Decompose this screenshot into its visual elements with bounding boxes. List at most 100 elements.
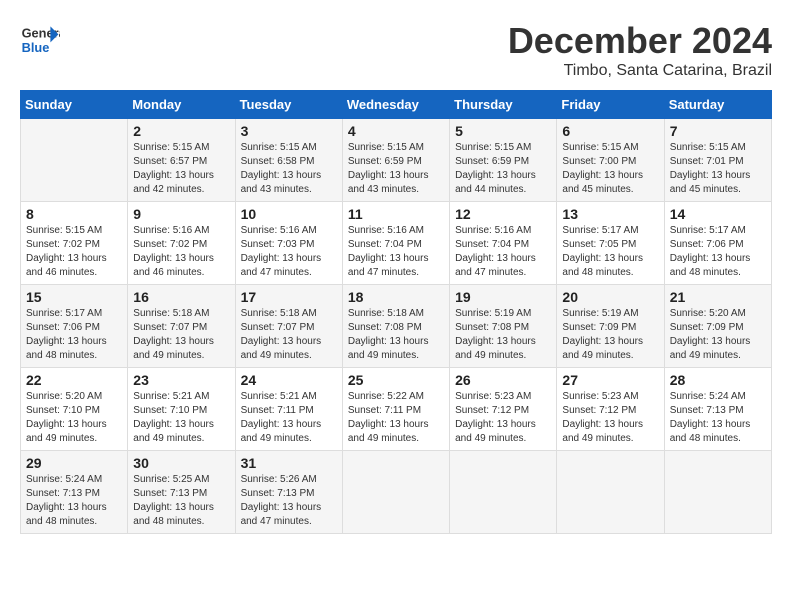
day-number: 21 — [670, 289, 766, 305]
calendar-cell: 25Sunrise: 5:22 AMSunset: 7:11 PMDayligh… — [342, 368, 449, 451]
calendar-cell: 31 Sunrise: 5:26 AMSunset: 7:13 PMDayligh… — [235, 451, 342, 534]
day-number: 13 — [562, 206, 658, 222]
day-info: Sunrise: 5:18 AMSunset: 7:08 PMDaylight:… — [348, 307, 444, 363]
logo-icon: General Blue — [20, 20, 60, 60]
calendar-cell: 4 Sunrise: 5:15 AMSunset: 6:59 PMDaylight… — [342, 119, 449, 202]
day-info: Sunrise: 5:15 AMSunset: 6:59 PMDaylight:… — [455, 141, 551, 197]
calendar-cell: 19 Sunrise: 5:19 AMSunset: 7:08 PMDayligh… — [450, 285, 557, 368]
header-friday: Friday — [557, 91, 664, 119]
calendar-cell: 15 Sunrise: 5:17 AMSunset: 7:06 PMDayligh… — [21, 285, 128, 368]
header-saturday: Saturday — [664, 91, 771, 119]
calendar-cell — [21, 119, 128, 202]
day-info: Sunrise: 5:17 AMSunset: 7:05 PMDaylight:… — [562, 224, 658, 280]
calendar-cell: 21Sunrise: 5:20 AMSunset: 7:09 PMDayligh… — [664, 285, 771, 368]
day-info: Sunrise: 5:26 AMSunset: 7:13 PMDaylight:… — [241, 473, 337, 529]
day-info: Sunrise: 5:19 AMSunset: 7:08 PMDaylight:… — [455, 307, 551, 363]
day-info: Sunrise: 5:20 AMSunset: 7:10 PMDaylight:… — [26, 390, 122, 446]
calendar-cell: 20 Sunrise: 5:19 AMSunset: 7:09 PMDayligh… — [557, 285, 664, 368]
header-thursday: Thursday — [450, 91, 557, 119]
calendar-week-row: 22 Sunrise: 5:20 AMSunset: 7:10 PMDayligh… — [21, 368, 772, 451]
day-info: Sunrise: 5:21 AMSunset: 7:10 PMDaylight:… — [133, 390, 229, 446]
subtitle: Timbo, Santa Catarina, Brazil — [508, 62, 772, 80]
day-number: 3 — [241, 123, 337, 139]
day-number: 31 — [241, 455, 337, 471]
page-header: General Blue December 2024 Timbo, Santa … — [20, 20, 772, 80]
calendar-header-row: SundayMondayTuesdayWednesdayThursdayFrid… — [21, 91, 772, 119]
day-info: Sunrise: 5:17 AMSunset: 7:06 PMDaylight:… — [26, 307, 122, 363]
day-number: 11 — [348, 206, 444, 222]
calendar-cell: 8Sunrise: 5:15 AMSunset: 7:02 PMDaylight… — [21, 202, 128, 285]
day-number: 12 — [455, 206, 551, 222]
calendar-cell: 17Sunrise: 5:18 AMSunset: 7:07 PMDayligh… — [235, 285, 342, 368]
month-title: December 2024 — [508, 20, 772, 62]
day-number: 29 — [26, 455, 122, 471]
calendar-cell: 30Sunrise: 5:25 AMSunset: 7:13 PMDayligh… — [128, 451, 235, 534]
day-number: 6 — [562, 123, 658, 139]
day-info: Sunrise: 5:15 AMSunset: 6:58 PMDaylight:… — [241, 141, 337, 197]
calendar-week-row: 8Sunrise: 5:15 AMSunset: 7:02 PMDaylight… — [21, 202, 772, 285]
logo: General Blue — [20, 20, 60, 60]
day-number: 20 — [562, 289, 658, 305]
day-number: 10 — [241, 206, 337, 222]
calendar-cell — [342, 451, 449, 534]
day-info: Sunrise: 5:15 AMSunset: 7:00 PMDaylight:… — [562, 141, 658, 197]
calendar-cell: 27 Sunrise: 5:23 AMSunset: 7:12 PMDayligh… — [557, 368, 664, 451]
calendar-cell: 28Sunrise: 5:24 AMSunset: 7:13 PMDayligh… — [664, 368, 771, 451]
calendar-table: SundayMondayTuesdayWednesdayThursdayFrid… — [20, 90, 772, 534]
day-info: Sunrise: 5:22 AMSunset: 7:11 PMDaylight:… — [348, 390, 444, 446]
day-info: Sunrise: 5:19 AMSunset: 7:09 PMDaylight:… — [562, 307, 658, 363]
calendar-cell: 23 Sunrise: 5:21 AMSunset: 7:10 PMDayligh… — [128, 368, 235, 451]
day-info: Sunrise: 5:23 AMSunset: 7:12 PMDaylight:… — [562, 390, 658, 446]
day-number: 16 — [133, 289, 229, 305]
day-info: Sunrise: 5:21 AMSunset: 7:11 PMDaylight:… — [241, 390, 337, 446]
day-info: Sunrise: 5:15 AMSunset: 6:59 PMDaylight:… — [348, 141, 444, 197]
day-info: Sunrise: 5:24 AMSunset: 7:13 PMDaylight:… — [26, 473, 122, 529]
svg-text:Blue: Blue — [22, 40, 50, 55]
day-number: 2 — [133, 123, 229, 139]
day-number: 5 — [455, 123, 551, 139]
calendar-cell: 14 Sunrise: 5:17 AMSunset: 7:06 PMDayligh… — [664, 202, 771, 285]
day-number: 4 — [348, 123, 444, 139]
day-number: 18 — [348, 289, 444, 305]
calendar-cell: 13 Sunrise: 5:17 AMSunset: 7:05 PMDayligh… — [557, 202, 664, 285]
day-number: 15 — [26, 289, 122, 305]
calendar-cell: 29 Sunrise: 5:24 AMSunset: 7:13 PMDayligh… — [21, 451, 128, 534]
header-monday: Monday — [128, 91, 235, 119]
day-number: 27 — [562, 372, 658, 388]
day-number: 14 — [670, 206, 766, 222]
header-tuesday: Tuesday — [235, 91, 342, 119]
day-info: Sunrise: 5:18 AMSunset: 7:07 PMDaylight:… — [241, 307, 337, 363]
day-number: 26 — [455, 372, 551, 388]
calendar-cell: 7 Sunrise: 5:15 AMSunset: 7:01 PMDaylight… — [664, 119, 771, 202]
header-sunday: Sunday — [21, 91, 128, 119]
calendar-cell: 12Sunrise: 5:16 AMSunset: 7:04 PMDayligh… — [450, 202, 557, 285]
day-number: 7 — [670, 123, 766, 139]
day-number: 9 — [133, 206, 229, 222]
calendar-cell — [664, 451, 771, 534]
calendar-cell: 9 Sunrise: 5:16 AMSunset: 7:02 PMDaylight… — [128, 202, 235, 285]
day-info: Sunrise: 5:16 AMSunset: 7:03 PMDaylight:… — [241, 224, 337, 280]
day-number: 23 — [133, 372, 229, 388]
day-info: Sunrise: 5:18 AMSunset: 7:07 PMDaylight:… — [133, 307, 229, 363]
calendar-cell: 6 Sunrise: 5:15 AMSunset: 7:00 PMDaylight… — [557, 119, 664, 202]
day-info: Sunrise: 5:24 AMSunset: 7:13 PMDaylight:… — [670, 390, 766, 446]
day-number: 8 — [26, 206, 122, 222]
calendar-cell: 26 Sunrise: 5:23 AMSunset: 7:12 PMDayligh… — [450, 368, 557, 451]
day-info: Sunrise: 5:15 AMSunset: 7:01 PMDaylight:… — [670, 141, 766, 197]
calendar-cell: 24Sunrise: 5:21 AMSunset: 7:11 PMDayligh… — [235, 368, 342, 451]
day-number: 19 — [455, 289, 551, 305]
calendar-cell — [557, 451, 664, 534]
day-info: Sunrise: 5:16 AMSunset: 7:04 PMDaylight:… — [348, 224, 444, 280]
day-number: 22 — [26, 372, 122, 388]
calendar-cell: 18 Sunrise: 5:18 AMSunset: 7:08 PMDayligh… — [342, 285, 449, 368]
day-info: Sunrise: 5:17 AMSunset: 7:06 PMDaylight:… — [670, 224, 766, 280]
calendar-week-row: 15 Sunrise: 5:17 AMSunset: 7:06 PMDayligh… — [21, 285, 772, 368]
title-section: December 2024 Timbo, Santa Catarina, Bra… — [508, 20, 772, 80]
calendar-cell: 10 Sunrise: 5:16 AMSunset: 7:03 PMDayligh… — [235, 202, 342, 285]
calendar-week-row: 29 Sunrise: 5:24 AMSunset: 7:13 PMDayligh… — [21, 451, 772, 534]
day-info: Sunrise: 5:23 AMSunset: 7:12 PMDaylight:… — [455, 390, 551, 446]
calendar-cell: 5 Sunrise: 5:15 AMSunset: 6:59 PMDaylight… — [450, 119, 557, 202]
day-info: Sunrise: 5:16 AMSunset: 7:02 PMDaylight:… — [133, 224, 229, 280]
calendar-cell: 3 Sunrise: 5:15 AMSunset: 6:58 PMDaylight… — [235, 119, 342, 202]
header-wednesday: Wednesday — [342, 91, 449, 119]
